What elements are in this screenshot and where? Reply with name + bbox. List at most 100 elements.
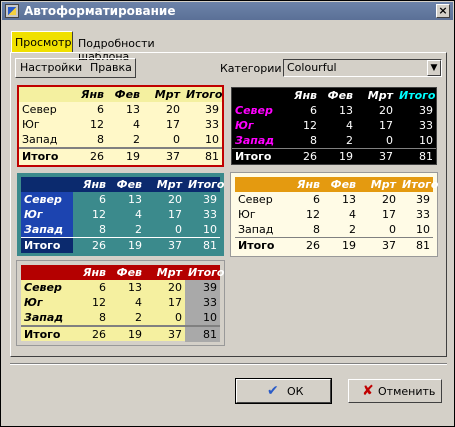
table-row: Север 6 13 20 39 bbox=[19, 102, 222, 117]
tab-preview[interactable]: Просмотр bbox=[11, 31, 73, 53]
data-cell: 12 bbox=[90, 118, 104, 131]
data-cell: 20 bbox=[382, 193, 396, 206]
subtab-edit[interactable]: Правка bbox=[90, 61, 132, 74]
table-row: Итого 26 19 37 81 bbox=[21, 325, 220, 342]
sample-table: Янв Фев Мрт Итого Север 6 13 20 39 Юг 12 4 17 33 Запад… bbox=[21, 265, 224, 342]
table-row: Запад 8 2 0 10 bbox=[21, 222, 220, 238]
column-header: Мрт bbox=[359, 177, 399, 192]
cancel-button[interactable]: ✘ Отменить bbox=[348, 379, 442, 403]
data-cell: 17 bbox=[168, 208, 182, 221]
data-cell: 37 bbox=[145, 237, 185, 253]
sample-table: Янв Фев Мрт Итого Север 6 13 20 39 Юг 12 4 17 33 Запад… bbox=[232, 88, 436, 164]
table-row: Запад 8 2 0 10 bbox=[232, 133, 436, 149]
row-label: Юг bbox=[24, 296, 43, 309]
subtab-settings[interactable]: Настройки bbox=[20, 61, 82, 74]
column-header: Фев bbox=[323, 177, 359, 192]
autoformat-dialog: Автоформатирование × Просмотр Подробност… bbox=[0, 0, 455, 427]
column-header: Янв bbox=[71, 87, 107, 102]
row-label: Запад bbox=[24, 311, 64, 324]
column-header: Фев bbox=[107, 87, 143, 102]
data-cell: 33 bbox=[203, 208, 217, 221]
data-cell: 26 bbox=[73, 325, 109, 342]
row-label: Запад bbox=[235, 134, 275, 147]
row-label: Итого bbox=[232, 148, 284, 164]
data-cell: 19 bbox=[109, 237, 145, 253]
row-label: Запад bbox=[238, 223, 274, 236]
data-cell: 2 bbox=[133, 133, 140, 146]
format-sample-black[interactable]: Янв Фев Мрт Итого Север 6 13 20 39 Юг 12 4 17 33 Запад… bbox=[231, 87, 437, 165]
row-label: Итого bbox=[19, 147, 71, 164]
sample-table: Янв Фев Мрт Итого Север 6 13 20 39 Юг 12 4 17 33 Запад… bbox=[21, 177, 224, 253]
row-label: Юг bbox=[21, 207, 73, 222]
ok-button[interactable]: ✔ ОК bbox=[235, 378, 332, 404]
category-select[interactable]: Colourful ▼ bbox=[283, 59, 442, 77]
checkmark-icon: ✔ bbox=[267, 383, 279, 399]
row-label: Юг bbox=[22, 118, 40, 131]
row-label: Север bbox=[21, 192, 73, 207]
data-cell: 4 bbox=[133, 118, 140, 131]
data-cell: 0 bbox=[386, 134, 393, 147]
data-cell: 81 bbox=[396, 148, 436, 164]
data-cell: 20 bbox=[168, 281, 182, 294]
column-header: Янв bbox=[73, 177, 109, 192]
sample-table: Янв Фев Мрт Итого Север 6 13 20 39 Юг 12 4 17 33 Запад… bbox=[235, 177, 438, 253]
data-cell: 2 bbox=[349, 223, 356, 236]
category-label: Категории bbox=[220, 62, 282, 75]
table-row: Север 6 13 20 39 bbox=[232, 103, 436, 118]
column-header: Мрт bbox=[145, 177, 185, 192]
data-cell: 6 bbox=[99, 281, 106, 294]
separator bbox=[10, 363, 447, 365]
data-cell: 81 bbox=[399, 237, 433, 253]
column-header: Итого bbox=[185, 177, 224, 192]
row-label: Юг bbox=[235, 119, 254, 132]
data-cell: 39 bbox=[203, 193, 217, 206]
data-cell: 19 bbox=[323, 237, 359, 253]
table-row: Юг 12 4 17 33 bbox=[235, 207, 433, 222]
data-cell: 26 bbox=[71, 147, 107, 164]
corner-cell bbox=[19, 87, 71, 102]
data-cell: 0 bbox=[389, 223, 396, 236]
column-header: Фев bbox=[320, 88, 356, 103]
data-cell: 39 bbox=[416, 193, 430, 206]
format-sample-red[interactable]: Янв Фев Мрт Итого Север 6 13 20 39 Юг 12 4 17 33 Запад… bbox=[17, 261, 224, 345]
cancel-x-icon: ✘ bbox=[362, 383, 374, 399]
data-cell: 6 bbox=[310, 104, 317, 117]
data-cell: 26 bbox=[284, 148, 320, 164]
data-cell: 10 bbox=[205, 133, 219, 146]
table-row: Юг 12 4 17 33 bbox=[21, 295, 220, 310]
data-cell: 2 bbox=[135, 311, 142, 324]
corner-cell bbox=[21, 265, 73, 280]
row-label: Север bbox=[22, 103, 57, 116]
data-cell: 10 bbox=[419, 134, 433, 147]
window-title: Автоформатирование bbox=[24, 4, 176, 18]
data-cell: 33 bbox=[185, 295, 220, 310]
tab-template-details[interactable]: Подробности шаблона bbox=[75, 33, 203, 63]
close-icon[interactable]: × bbox=[436, 4, 450, 18]
table-row: Юг 12 4 17 33 bbox=[232, 118, 436, 133]
data-cell: 33 bbox=[416, 208, 430, 221]
column-header: Итого bbox=[185, 265, 224, 280]
row-label: Итого bbox=[235, 237, 287, 253]
table-row: Итого 26 19 37 81 bbox=[19, 147, 222, 164]
data-cell: 37 bbox=[359, 237, 399, 253]
data-cell: 6 bbox=[313, 193, 320, 206]
data-cell: 10 bbox=[203, 223, 217, 236]
row-label: Запад bbox=[22, 133, 58, 146]
table-row: Итого 26 19 37 81 bbox=[235, 237, 433, 253]
data-cell: 12 bbox=[306, 208, 320, 221]
data-cell: 4 bbox=[349, 208, 356, 221]
data-cell: 8 bbox=[313, 223, 320, 236]
data-cell: 8 bbox=[310, 134, 317, 147]
data-cell: 10 bbox=[416, 223, 430, 236]
format-sample-teal[interactable]: Янв Фев Мрт Итого Север 6 13 20 39 Юг 12 4 17 33 Запад… bbox=[17, 173, 224, 256]
data-cell: 8 bbox=[99, 223, 106, 236]
table-row: Запад 8 2 0 10 bbox=[19, 132, 222, 148]
column-header: Янв bbox=[73, 265, 109, 280]
table-row: Юг 12 4 17 33 bbox=[21, 207, 220, 222]
corner-cell bbox=[232, 88, 284, 103]
format-sample-orange[interactable]: Янв Фев Мрт Итого Север 6 13 20 39 Юг 12 4 17 33 Запад… bbox=[231, 173, 438, 256]
format-sample-yellow[interactable]: Янв Фев Мрт Итого Север 6 13 20 39 Юг 12 4 17 33 Запад… bbox=[17, 85, 224, 167]
dropdown-arrow-icon[interactable]: ▼ bbox=[427, 60, 441, 76]
column-header: Мрт bbox=[356, 88, 396, 103]
row-label: Север bbox=[24, 281, 62, 294]
